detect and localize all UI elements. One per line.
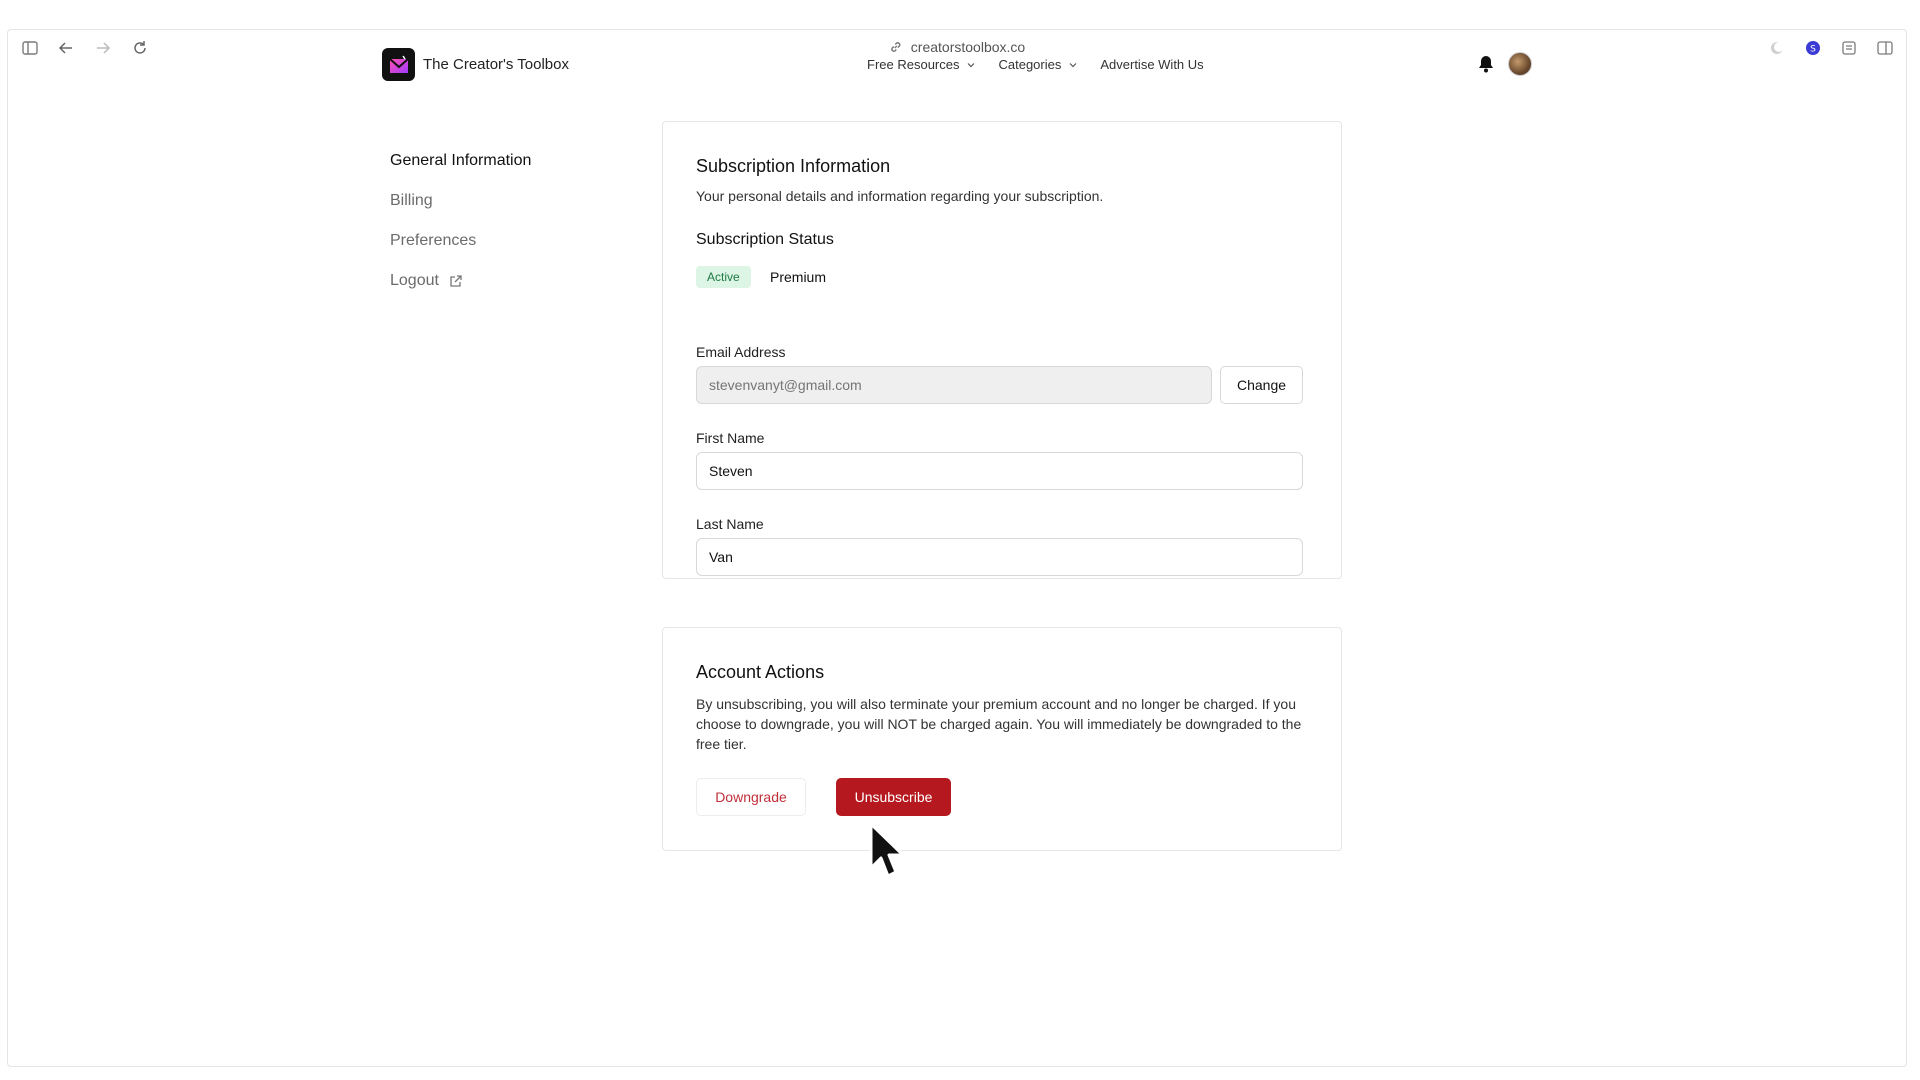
- first-name-label: First Name: [696, 430, 765, 446]
- screen-top: [0, 0, 1920, 29]
- settings-sidebar: General Information Billing Preferences …: [390, 150, 531, 292]
- brand-logo-icon: [382, 48, 415, 81]
- menu-advertise[interactable]: Advertise With Us: [1100, 57, 1203, 72]
- account-actions-card: Account Actions By unsubscribing, you wi…: [662, 627, 1342, 851]
- site-header: The Creator's Toolbox Free Resources Cat…: [382, 45, 1532, 85]
- menu-free-resources-label: Free Resources: [867, 57, 960, 72]
- unsubscribe-button[interactable]: Unsubscribe: [836, 778, 951, 816]
- header-actions: [1476, 52, 1532, 76]
- menu-categories-label: Categories: [998, 57, 1062, 72]
- avatar[interactable]: [1508, 52, 1532, 76]
- status-badge: Active: [696, 266, 751, 288]
- sidebar-item-label: Logout: [390, 272, 439, 289]
- sidebar-item-general-information[interactable]: General Information: [390, 150, 531, 172]
- extension-moon-icon[interactable]: [1768, 39, 1786, 57]
- svg-text:S: S: [1810, 45, 1816, 55]
- sidebar-toggle-icon[interactable]: [21, 39, 39, 57]
- extension-badge-icon[interactable]: S: [1804, 39, 1822, 57]
- account-actions-title: Account Actions: [696, 662, 825, 682]
- split-view-icon[interactable]: [1876, 39, 1894, 57]
- account-actions-description: By unsubscribing, you will also terminat…: [696, 696, 1302, 752]
- menu-free-resources[interactable]: Free Resources: [867, 57, 976, 72]
- reload-icon[interactable]: [131, 39, 149, 57]
- sidebar-item-label: Billing: [390, 192, 433, 209]
- menu-categories[interactable]: Categories: [998, 57, 1078, 72]
- subscription-card: Subscription Information Your personal d…: [662, 121, 1342, 579]
- external-link-icon: [450, 275, 462, 287]
- first-name-field[interactable]: [696, 452, 1303, 490]
- sidebar-item-label: General Information: [390, 152, 532, 169]
- chevron-down-icon: [968, 62, 975, 67]
- subscription-status-label: Subscription Status: [696, 231, 834, 248]
- brand-name: The Creator's Toolbox: [423, 56, 569, 73]
- sidebar-item-preferences[interactable]: Preferences: [390, 230, 531, 252]
- sidebar-item-billing[interactable]: Billing: [390, 190, 531, 212]
- forward-icon[interactable]: [94, 39, 112, 57]
- email-field: [696, 366, 1212, 404]
- last-name-label: Last Name: [696, 516, 764, 532]
- plan-name: Premium: [770, 269, 827, 285]
- brand[interactable]: The Creator's Toolbox: [382, 48, 569, 81]
- menu-advertise-label: Advertise With Us: [1100, 57, 1204, 72]
- last-name-field[interactable]: [696, 538, 1303, 576]
- sidebar-item-label: Preferences: [390, 232, 477, 249]
- email-label: Email Address: [696, 344, 786, 360]
- bell-icon[interactable]: [1476, 54, 1496, 74]
- chevron-down-icon: [1069, 62, 1077, 67]
- back-icon[interactable]: [57, 39, 75, 57]
- sidebar-item-logout[interactable]: Logout: [390, 270, 531, 292]
- subscription-subtitle: Your personal details and information re…: [696, 188, 1104, 204]
- subscription-title: Subscription Information: [696, 156, 891, 176]
- change-email-button[interactable]: Change: [1220, 366, 1303, 404]
- downgrade-button[interactable]: Downgrade: [696, 778, 806, 816]
- reader-icon[interactable]: [1840, 39, 1858, 57]
- main-menu: Free Resources Categories Advertise With…: [867, 57, 1204, 72]
